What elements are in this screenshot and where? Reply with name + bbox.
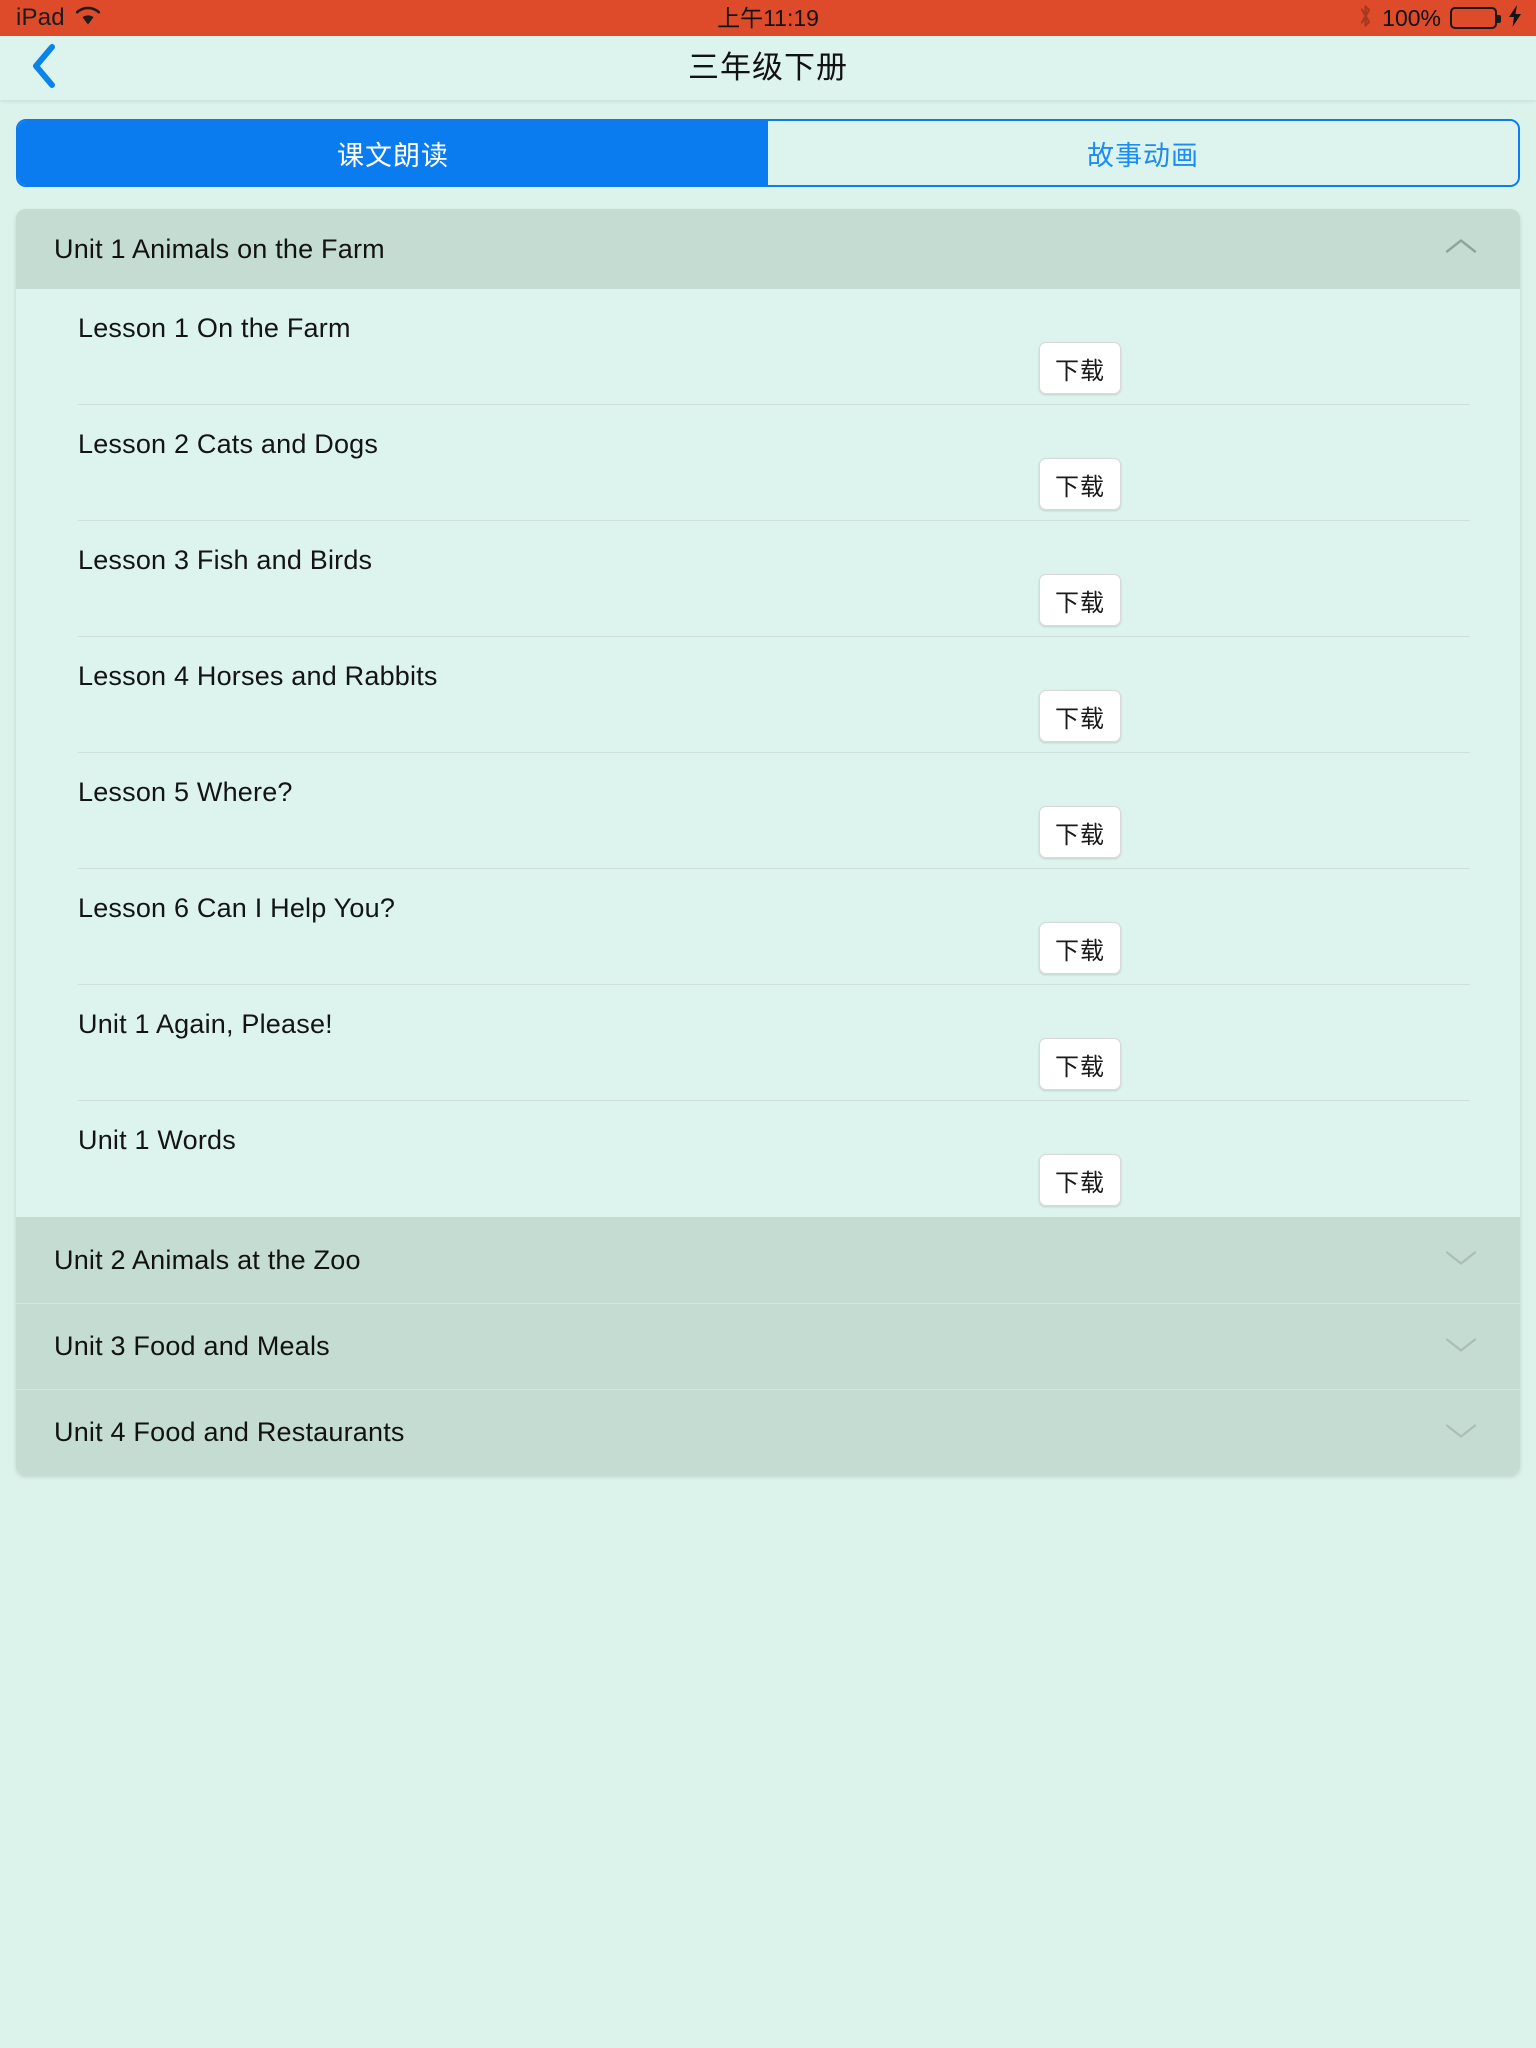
download-button[interactable]: 下载 — [1039, 1154, 1121, 1206]
chevron-down-icon — [1444, 1248, 1478, 1273]
segmented-control: 课文朗读 故事动画 — [16, 119, 1520, 187]
segmented-control-container: 课文朗读 故事动画 — [0, 101, 1536, 187]
download-button[interactable]: 下载 — [1039, 690, 1121, 742]
lesson-title: Lesson 5 Where? — [78, 777, 293, 807]
back-button[interactable] — [14, 36, 74, 100]
status-bar-right: 100% — [1358, 0, 1522, 36]
list-item[interactable]: Lesson 4 Horses and Rabbits 下载 — [16, 637, 1520, 753]
download-button[interactable]: 下载 — [1039, 1038, 1121, 1090]
lesson-title: Lesson 1 On the Farm — [78, 313, 351, 343]
list-item[interactable]: Lesson 6 Can I Help You? 下载 — [16, 869, 1520, 985]
unit-1-lesson-list: Lesson 1 On the Farm 下载 Lesson 2 Cats an… — [16, 289, 1520, 1217]
lesson-title: Unit 1 Words — [78, 1125, 236, 1155]
list-item[interactable]: Unit 1 Again, Please! 下载 — [16, 985, 1520, 1101]
battery-percent-label: 100% — [1382, 4, 1441, 31]
page-title: 三年级下册 — [688, 50, 848, 85]
unit-title-3: Unit 3 Food and Meals — [54, 1331, 330, 1361]
chevron-down-icon — [1444, 1334, 1478, 1359]
download-button[interactable]: 下载 — [1039, 922, 1121, 974]
chevron-up-icon — [1444, 237, 1478, 262]
list-item[interactable]: Lesson 3 Fish and Birds 下载 — [16, 521, 1520, 637]
tab-text-reading[interactable]: 课文朗读 — [18, 121, 768, 185]
list-item[interactable]: Lesson 5 Where? 下载 — [16, 753, 1520, 869]
battery-full-icon — [1450, 7, 1501, 29]
unit-header-4[interactable]: Unit 4 Food and Restaurants — [16, 1389, 1520, 1475]
download-button[interactable]: 下载 — [1039, 342, 1121, 394]
status-bar: iPad 上午11:19 100% — [0, 0, 1536, 36]
chevron-down-icon — [1444, 1420, 1478, 1445]
download-button[interactable]: 下载 — [1039, 458, 1121, 510]
lesson-title: Lesson 3 Fish and Birds — [78, 545, 373, 575]
unit-title-2: Unit 2 Animals at the Zoo — [54, 1244, 361, 1275]
unit-header-1[interactable]: Unit 1 Animals on the Farm — [16, 209, 1520, 289]
unit-title-1: Unit 1 Animals on the Farm — [54, 233, 385, 264]
device-name-label: iPad — [16, 4, 65, 31]
download-button[interactable]: 下载 — [1039, 806, 1121, 858]
lesson-title: Lesson 2 Cats and Dogs — [78, 429, 379, 459]
list-item[interactable]: Lesson 2 Cats and Dogs 下载 — [16, 405, 1520, 521]
tab-text-reading-label: 课文朗读 — [337, 140, 449, 171]
unit-header-3[interactable]: Unit 3 Food and Meals — [16, 1303, 1520, 1389]
units-card-container: Unit 1 Animals on the Farm Lesson 1 On t… — [0, 187, 1536, 1475]
list-item[interactable]: Lesson 1 On the Farm 下载 — [16, 289, 1520, 405]
unit-title-4: Unit 4 Food and Restaurants — [54, 1417, 405, 1447]
tab-story-animation[interactable]: 故事动画 — [768, 121, 1518, 185]
list-item[interactable]: Unit 1 Words 下载 — [16, 1101, 1520, 1217]
nav-bar: 三年级下册 — [0, 36, 1536, 101]
unit-header-2[interactable]: Unit 2 Animals at the Zoo — [16, 1217, 1520, 1303]
tab-story-animation-label: 故事动画 — [1087, 140, 1199, 171]
lesson-title: Lesson 4 Horses and Rabbits — [78, 661, 438, 691]
status-bar-clock: 上午11:19 — [717, 5, 819, 31]
lesson-title: Lesson 6 Can I Help You? — [78, 893, 396, 923]
status-bar-left: iPad — [16, 6, 101, 31]
download-button[interactable]: 下载 — [1039, 574, 1121, 626]
wifi-icon — [75, 6, 101, 31]
bluetooth-icon — [1358, 3, 1373, 34]
units-accordion: Unit 1 Animals on the Farm Lesson 1 On t… — [16, 209, 1520, 1475]
chevron-left-icon — [30, 43, 58, 94]
lightning-bolt-icon — [1508, 4, 1522, 32]
lesson-title: Unit 1 Again, Please! — [78, 1009, 333, 1039]
